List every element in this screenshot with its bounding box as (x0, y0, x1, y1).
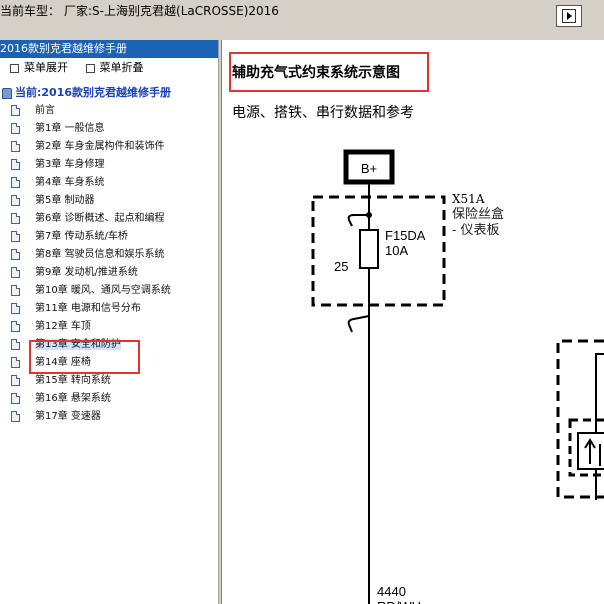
tree-item-label: 第1章 一般信息 (35, 123, 105, 134)
document-icon (11, 303, 20, 314)
wire-color: RD/WH (377, 599, 421, 604)
module-inner-line (595, 353, 604, 500)
current-car-label: 当前车型： 厂家:S-上海别克君越(LaCROSSE)2016 (0, 2, 279, 19)
tree-item[interactable]: 前言 (0, 102, 218, 120)
tree-item-label: 第3章 车身修理 (35, 159, 105, 170)
sidebar-title: 2016款别克君越维修手册 (0, 40, 218, 58)
wiring-diagram: B+ F15DA 10A 25 X51A 保险丝盒 - 仪表板 4440 RD/… (311, 149, 604, 604)
tree-item-label: 第8章 驾驶员信息和娱乐系统 (35, 249, 165, 260)
tree-item-label: 第11章 电源和信号分布 (35, 303, 141, 314)
tree-item-label: 第4章 车身系统 (35, 177, 105, 188)
tree-root-label: 当前:2016款别克君越维修手册 (15, 86, 172, 99)
next-frame-icon (562, 9, 576, 23)
menu-collapse-button[interactable]: 菜单折叠 (85, 61, 144, 74)
collapse-icon (85, 63, 95, 73)
tree-item-label: 第7章 传动系统/车桥 (35, 231, 128, 242)
expand-icon (10, 63, 19, 73)
tree-item-label: 第2章 车身金属构件和装饰件 (35, 141, 165, 152)
document-icon (11, 159, 20, 170)
menu-collapse-label: 菜单折叠 (99, 61, 144, 74)
car-label-text: 当前车型： (0, 4, 61, 18)
pin-number: 25 (334, 259, 348, 274)
tree-item[interactable]: 第3章 车身修理 (0, 156, 218, 174)
document-icon (11, 213, 20, 224)
document-icon (11, 375, 20, 386)
book-icon (2, 87, 12, 99)
car-model-value: 厂家:S-上海别克君越(LaCROSSE)2016 (64, 4, 279, 18)
power-label: B+ (361, 161, 377, 176)
connector-hook-top (347, 214, 369, 227)
tree-item[interactable]: 第6章 诊断概述、起点和编程 (0, 210, 218, 228)
document-icon (11, 177, 20, 188)
document-icon (11, 249, 20, 260)
tree-item[interactable]: 第7章 传动系统/车桥 (0, 228, 218, 246)
fusebox-name-2: - 仪表板 (452, 223, 500, 238)
tree-item-label: 第5章 制动器 (35, 195, 95, 206)
tree-item[interactable]: 第12章 车顶 (0, 318, 218, 336)
sidebar: 2016款别克君越维修手册 菜单展开 菜单折叠 当前:2016款别克君越维修手册… (0, 40, 218, 604)
document-icon (11, 339, 20, 350)
menu-expand-label: 菜单展开 (24, 61, 68, 74)
fuse-name: F15DA (385, 228, 426, 243)
menu-expand-button[interactable]: 菜单展开 (10, 61, 68, 74)
tree-item[interactable]: 第10章 暖风、通风与空调系统 (0, 282, 218, 300)
nav-frame-button[interactable] (556, 5, 582, 27)
tree-item[interactable]: 第16章 悬架系统 (0, 390, 218, 408)
document-icon (11, 105, 20, 116)
chapter-highlight-box (29, 340, 140, 374)
tree-item[interactable]: 第9章 发动机/推进系统 (0, 264, 218, 282)
document-icon (11, 357, 20, 368)
main-content: 辅助充气式约束系统示意图 电源、搭铁、串行数据和参考 B+ F15DA 10A … (222, 40, 604, 604)
tree-root[interactable]: 当前:2016款别克君越维修手册 (0, 84, 218, 102)
tree-item-label: 第10章 暖风、通风与空调系统 (35, 285, 171, 296)
tree-item[interactable]: 第17章 变速器 (0, 408, 218, 426)
fuse-rating: 10A (385, 243, 408, 258)
tree-item[interactable]: 第15章 转向系统 (0, 372, 218, 390)
tree-item[interactable]: 第8章 驾驶员信息和娱乐系统 (0, 246, 218, 264)
tree-item-label: 第17章 变速器 (35, 411, 101, 422)
document-icon (11, 141, 20, 152)
document-icon (11, 321, 20, 332)
tree-item-label: 前言 (35, 105, 55, 116)
document-icon (11, 195, 20, 206)
connector-id: X51A (452, 192, 485, 206)
document-icon (11, 285, 20, 296)
tree-item[interactable]: 第5章 制动器 (0, 192, 218, 210)
document-icon (11, 411, 20, 422)
fusebox-name-1: 保险丝盒 (452, 206, 504, 222)
tree-item-label: 第6章 诊断概述、起点和编程 (35, 213, 165, 224)
fuse-symbol (359, 229, 379, 269)
tree-item-label: 第16章 悬架系统 (35, 393, 111, 404)
tree-item[interactable]: 第2章 车身金属构件和装饰件 (0, 138, 218, 156)
title-highlight-box (229, 52, 429, 92)
menu-ops: 菜单展开 菜单折叠 (0, 58, 218, 78)
tree-item[interactable]: 第4章 车身系统 (0, 174, 218, 192)
top-bar: 当前车型： 厂家:S-上海别克君越(LaCROSSE)2016 (0, 0, 604, 41)
tree-item-label: 第12章 车顶 (35, 321, 91, 332)
tree-item[interactable]: 第11章 电源和信号分布 (0, 300, 218, 318)
document-icon (11, 123, 20, 134)
tree-item[interactable]: 第1章 一般信息 (0, 120, 218, 138)
tree-list: 前言第1章 一般信息第2章 车身金属构件和装饰件 第3章 车身修理 第4章 车身系统… (0, 102, 218, 426)
circuit-number: 4440 (377, 584, 406, 599)
document-icon (11, 231, 20, 242)
document-icon (11, 267, 20, 278)
tree-item-label: 第15章 转向系统 (35, 375, 111, 386)
connector-hook-bottom (347, 315, 370, 333)
document-icon (11, 393, 20, 404)
tree-item-label: 第9章 发动机/推进系统 (35, 267, 138, 278)
